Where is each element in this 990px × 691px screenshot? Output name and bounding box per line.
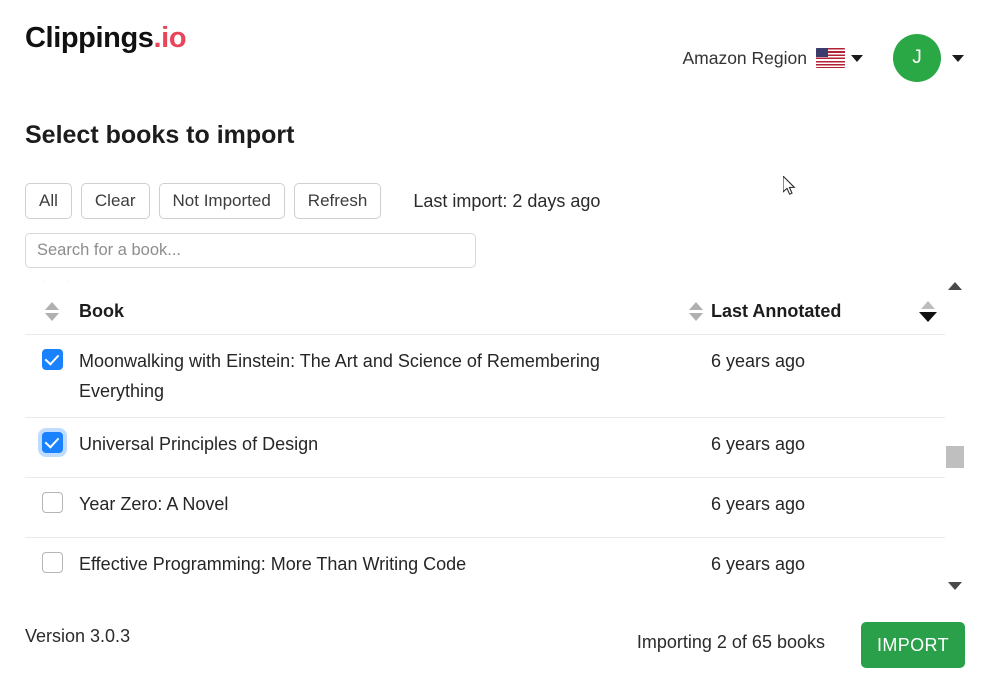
not-imported-filter-button[interactable]: Not Imported [158, 183, 285, 219]
clear-selection-button[interactable]: Clear [80, 183, 150, 219]
row-checkbox[interactable] [41, 552, 63, 573]
row-checkbox-cell [25, 429, 79, 453]
last-annotated-value: 6 years ago [711, 554, 806, 574]
row-last-annotated-cell: 6 years ago [711, 429, 911, 459]
import-count-status: Importing 2 of 65 books [636, 632, 825, 652]
mouse-pointer-icon [783, 176, 796, 195]
book-title: Year Zero: A Novel [79, 494, 229, 514]
row-book-cell: Year Zero: A Novel [79, 489, 681, 519]
row-checkbox-cell [25, 489, 79, 513]
header-checkbox-cell [25, 301, 79, 321]
column-header-book: Book [79, 300, 124, 321]
books-table: Book Last Annotated Moonwalking with Ein… [25, 288, 945, 597]
table-row[interactable]: Year Zero: A Novel 6 years ago [25, 477, 945, 537]
account-menu[interactable]: J [893, 34, 964, 82]
last-annotated-value: 6 years ago [711, 351, 806, 371]
sort-both-icon-book[interactable] [45, 301, 59, 321]
column-header-last-annotated: Last Annotated [711, 300, 842, 321]
search-artifact-dots: · · [42, 276, 81, 286]
table-row[interactable]: Universal Principles of Design 6 years a… [25, 417, 945, 477]
row-checkbox-cell [25, 346, 79, 370]
header-middle-sort-cell [681, 301, 711, 321]
select-all-button[interactable]: All [25, 183, 72, 219]
toolbar: All Clear Not Imported Refresh Last impo… [25, 183, 600, 219]
row-book-cell: Universal Principles of Design [79, 429, 681, 459]
header-last-annotated-cell[interactable]: Last Annotated [711, 301, 911, 322]
table-row[interactable]: Effective Programming: More Than Writing… [25, 537, 945, 597]
scrollbar-thumb[interactable] [946, 446, 964, 468]
last-annotated-value: 6 years ago [711, 494, 806, 514]
row-last-annotated-cell: 6 years ago [711, 549, 911, 579]
book-title: Effective Programming: More Than Writing… [79, 554, 467, 574]
version-label: Version 3.0.3 [25, 626, 131, 646]
account-chevron-down-icon[interactable] [952, 54, 964, 62]
page-title: Select books to import [25, 121, 295, 149]
us-flag-icon [816, 48, 845, 68]
avatar-initial: J [912, 47, 922, 68]
row-checkbox[interactable] [41, 432, 63, 453]
import-button[interactable]: IMPORT [861, 622, 965, 668]
book-title: Moonwalking with Einstein: The Art and S… [79, 351, 600, 401]
row-last-annotated-cell: 6 years ago [711, 489, 911, 519]
list-scrollbar[interactable] [944, 282, 968, 590]
avatar[interactable]: J [893, 34, 941, 82]
row-last-annotated-cell: 6 years ago [711, 346, 911, 376]
row-book-cell: Moonwalking with Einstein: The Art and S… [79, 346, 681, 406]
sort-descending-icon[interactable] [919, 300, 937, 322]
last-import-status: Last import: 2 days ago [413, 190, 601, 211]
scroll-down-arrow-icon[interactable] [948, 582, 962, 590]
app-header: Clippings.io Amazon Region J [0, 0, 990, 92]
book-title: Universal Principles of Design [79, 434, 319, 454]
row-book-cell: Effective Programming: More Than Writing… [79, 549, 681, 579]
row-checkbox[interactable] [41, 492, 63, 513]
header-end-sort-cell [911, 300, 945, 322]
row-checkbox[interactable] [41, 349, 63, 370]
sort-both-icon-middle[interactable] [689, 301, 703, 321]
amazon-region-label: Amazon Region [682, 47, 807, 68]
header-right-controls: Amazon Region J [682, 34, 964, 82]
last-annotated-value: 6 years ago [711, 434, 806, 454]
scroll-up-arrow-icon[interactable] [948, 282, 962, 290]
logo-suffix-text: .io [153, 22, 187, 54]
app-logo: Clippings.io [25, 22, 187, 55]
table-row[interactable]: Moonwalking with Einstein: The Art and S… [25, 334, 945, 417]
logo-main-text: Clippings [25, 22, 154, 54]
row-checkbox-cell [25, 549, 79, 573]
search-input[interactable] [25, 233, 476, 268]
refresh-button[interactable]: Refresh [293, 183, 382, 219]
table-header-row: Book Last Annotated [25, 288, 945, 334]
region-chevron-down-icon[interactable] [851, 54, 863, 62]
header-book-cell[interactable]: Book [79, 301, 681, 322]
